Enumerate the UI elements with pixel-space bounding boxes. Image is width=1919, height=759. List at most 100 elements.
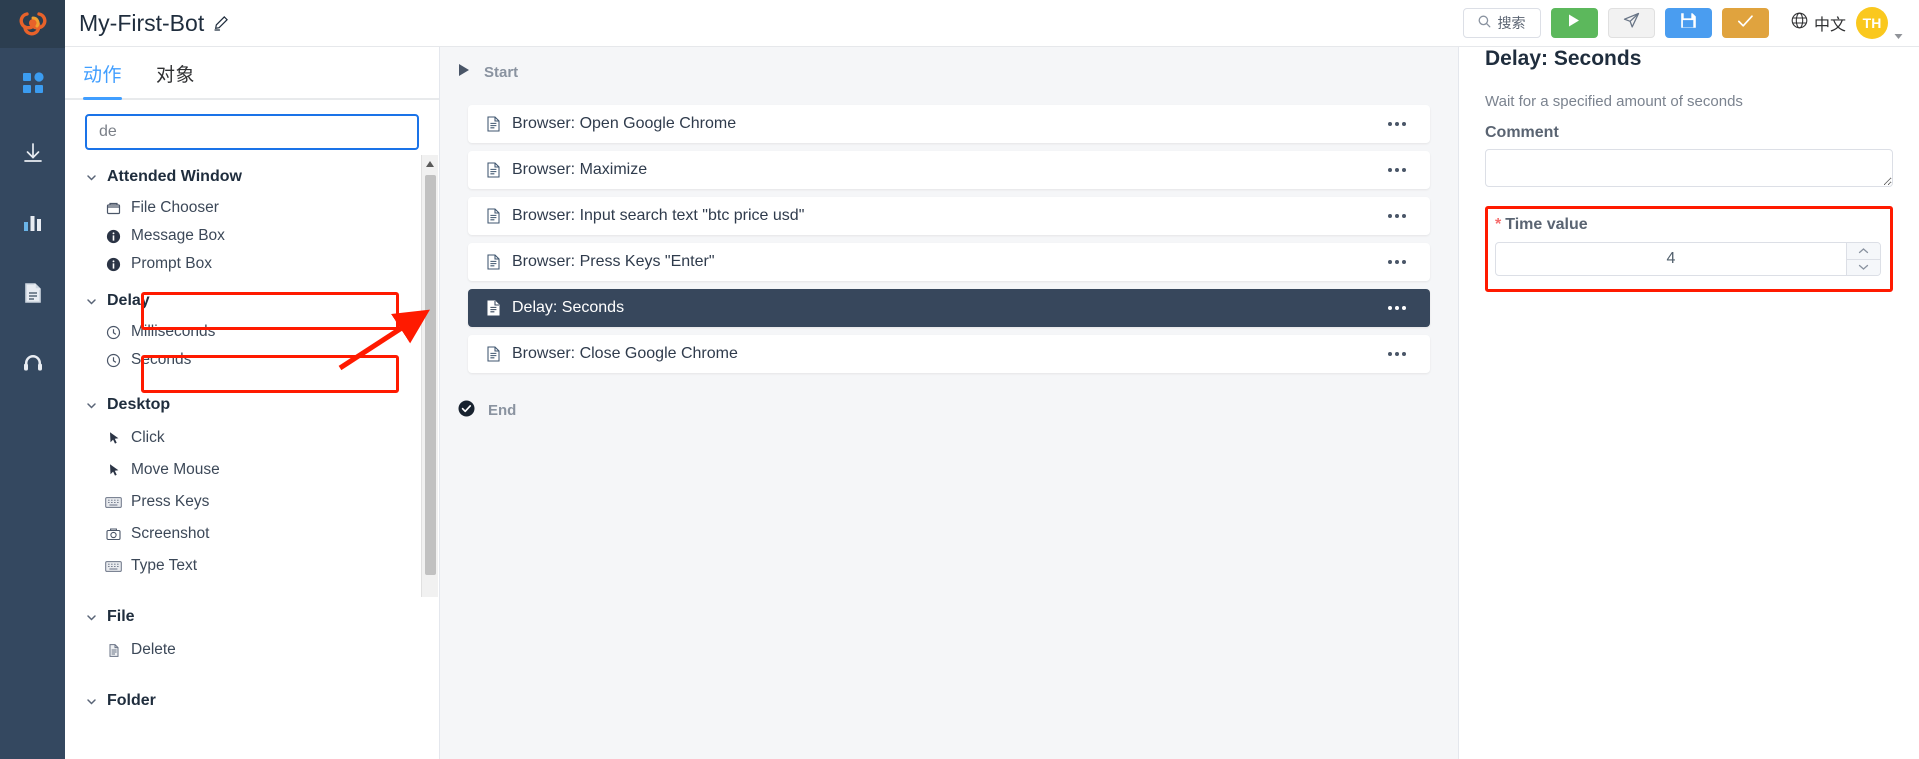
globe-icon xyxy=(1791,12,1808,34)
group-delay[interactable]: Delay xyxy=(65,284,417,318)
flow-step-row[interactable]: Browser: Press Keys "Enter" xyxy=(468,243,1430,281)
run-button[interactable] xyxy=(1550,8,1598,38)
floppy-disk-icon xyxy=(1680,12,1697,34)
flow-end-label: End xyxy=(488,401,517,419)
properties-title: Delay: Seconds xyxy=(1485,47,1642,70)
chevron-up-icon[interactable] xyxy=(1847,243,1880,259)
flow-node-start[interactable]: Start xyxy=(440,55,1458,89)
tab-actions[interactable]: 动作 xyxy=(83,60,123,100)
time-value-label-text: Time value xyxy=(1505,216,1588,233)
ellipsis-icon[interactable] xyxy=(1382,254,1412,270)
action-item-seconds[interactable]: Seconds xyxy=(65,346,417,374)
top-bar: My-First-Bot 搜索 中文 TH xyxy=(65,0,1919,47)
action-item-move-mouse[interactable]: Move Mouse xyxy=(65,454,417,486)
scroll-up-arrow-icon[interactable] xyxy=(422,155,438,172)
action-item-file-chooser[interactable]: File Chooser xyxy=(65,194,417,222)
deploy-button[interactable] xyxy=(1607,8,1655,38)
ellipsis-icon[interactable] xyxy=(1382,116,1412,132)
comment-input[interactable] xyxy=(1485,149,1893,187)
action-search-input[interactable] xyxy=(85,114,419,150)
action-item-label: Click xyxy=(131,429,165,446)
ellipsis-icon[interactable] xyxy=(1382,208,1412,224)
group-label: Attended Window xyxy=(107,168,242,185)
flow-step-row[interactable]: Browser: Close Google Chrome xyxy=(468,335,1430,373)
app-logo[interactable] xyxy=(0,0,65,48)
flow-step-label: Delay: Seconds xyxy=(512,299,625,316)
search-button[interactable]: 搜索 xyxy=(1462,8,1541,38)
group-label: File xyxy=(107,608,135,625)
action-item-press-keys[interactable]: Press Keys xyxy=(65,486,417,518)
properties-panel: Delay: Seconds Wait for a specified amou… xyxy=(1459,0,1919,759)
action-item-milliseconds[interactable]: Milliseconds xyxy=(65,318,417,346)
save-button[interactable] xyxy=(1664,8,1712,38)
time-value-input[interactable] xyxy=(1496,243,1846,275)
group-label: Delay xyxy=(107,292,150,309)
group-desktop[interactable]: Desktop xyxy=(65,388,417,422)
bot-title-wrap: My-First-Bot xyxy=(79,10,229,37)
group-label: Desktop xyxy=(107,396,171,413)
tab-objects[interactable]: 对象 xyxy=(156,60,195,98)
caret-down-icon[interactable] xyxy=(1894,27,1903,39)
sidebar-item-dashboard[interactable] xyxy=(0,48,65,118)
flow-node-end[interactable]: End xyxy=(440,393,1458,427)
pencil-icon[interactable] xyxy=(213,15,229,31)
action-tree: Attended Window File Chooser Message Box xyxy=(65,158,439,759)
clock-icon xyxy=(105,324,122,341)
action-item-label: Message Box xyxy=(131,227,225,244)
flow-step-row[interactable]: Browser: Input search text "btc price us… xyxy=(468,197,1430,235)
top-bar-actions: 搜索 中文 TH xyxy=(1462,7,1919,39)
group-folder[interactable]: Folder xyxy=(65,684,417,718)
camera-icon xyxy=(105,526,122,543)
keyboard-icon xyxy=(105,558,122,575)
ellipsis-icon[interactable] xyxy=(1382,300,1412,316)
cursor-icon xyxy=(105,430,122,447)
info-icon xyxy=(105,256,122,273)
action-item-prompt-box[interactable]: Prompt Box xyxy=(65,250,417,278)
folder-icon xyxy=(105,200,122,217)
flow-step-label: Browser: Close Google Chrome xyxy=(512,345,738,362)
action-item-label: Move Mouse xyxy=(131,461,220,478)
comment-label: Comment xyxy=(1485,124,1559,141)
flow-step-row[interactable]: Browser: Open Google Chrome xyxy=(468,105,1430,143)
group-label: Folder xyxy=(107,692,156,709)
time-value-label: * Time value xyxy=(1495,216,1881,234)
chevron-down-icon[interactable] xyxy=(1847,258,1880,276)
keyboard-icon xyxy=(105,494,122,511)
file-lines-icon xyxy=(484,345,502,363)
action-item-click[interactable]: Click xyxy=(65,422,417,454)
confirm-button[interactable] xyxy=(1721,8,1769,38)
sidebar-item-analytics[interactable] xyxy=(0,188,65,258)
file-lines-icon xyxy=(484,161,502,179)
info-icon xyxy=(105,228,122,245)
action-item-screenshot[interactable]: Screenshot xyxy=(65,518,417,550)
sidebar-item-download[interactable] xyxy=(0,118,65,188)
ellipsis-icon[interactable] xyxy=(1382,162,1412,178)
chevron-down-icon xyxy=(85,295,98,308)
flow-step-row-selected[interactable]: Delay: Seconds xyxy=(468,289,1430,327)
file-lines-icon xyxy=(484,115,502,133)
sidebar-item-documents[interactable] xyxy=(0,258,65,328)
page-title: My-First-Bot xyxy=(79,9,205,36)
scrollbar-thumb[interactable] xyxy=(425,175,436,575)
time-value-field-group: * Time value xyxy=(1485,206,1893,292)
action-item-type-text[interactable]: Type Text xyxy=(65,550,417,582)
chevron-down-icon xyxy=(85,611,98,624)
flow-start-label: Start xyxy=(484,63,519,81)
sidebar-item-support[interactable] xyxy=(0,328,65,398)
group-file[interactable]: File xyxy=(65,600,417,634)
action-item-label: File Chooser xyxy=(131,199,219,216)
action-item-label: Screenshot xyxy=(131,525,210,542)
action-item-message-box[interactable]: Message Box xyxy=(65,222,417,250)
language-selector[interactable]: 中文 xyxy=(1791,11,1846,35)
ellipsis-icon[interactable] xyxy=(1382,346,1412,362)
properties-description: Wait for a specified amount of seconds xyxy=(1485,93,1743,110)
play-triangle-icon xyxy=(458,63,471,81)
stepper-buttons xyxy=(1846,243,1880,275)
actions-panel: 动作 对象 Attended Window xyxy=(65,0,440,759)
group-attended-window[interactable]: Attended Window xyxy=(65,160,417,194)
flow-step-row[interactable]: Browser: Maximize xyxy=(468,151,1430,189)
time-value-stepper[interactable] xyxy=(1495,242,1881,276)
action-tree-scrollbar[interactable] xyxy=(421,155,438,597)
action-item-delete[interactable]: Delete xyxy=(65,634,417,666)
avatar[interactable]: TH xyxy=(1856,7,1888,39)
